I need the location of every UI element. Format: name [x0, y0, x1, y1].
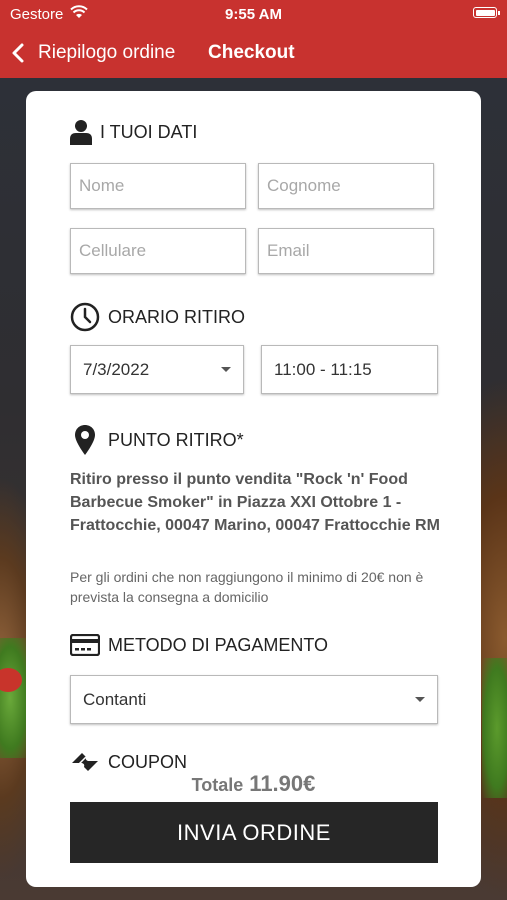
pickup-time-slot[interactable]: 11:00 - 11:15	[261, 345, 438, 394]
last-name-input[interactable]	[259, 164, 433, 208]
first-name-field[interactable]	[70, 163, 246, 209]
clock-icon	[70, 302, 100, 332]
email-input[interactable]	[259, 229, 433, 273]
personal-data-title: I TUOI DATI	[100, 121, 198, 142]
payment-method-header: METODO DI PAGAMENTO	[70, 634, 328, 656]
phone-field[interactable]	[70, 228, 246, 274]
caret-down-icon	[415, 696, 425, 702]
email-field[interactable]	[258, 228, 434, 274]
personal-data-header: I TUOI DATI	[70, 119, 197, 145]
navigation-bar: Riepilogo ordine Checkout	[0, 28, 507, 78]
pickup-date-select[interactable]: 7/3/2022	[70, 345, 244, 394]
back-label: Riepilogo ordine	[38, 42, 176, 63]
pickup-time-header: ORARIO RITIRO	[70, 302, 245, 332]
pickup-point-header: PUNTO RITIRO*	[74, 424, 244, 456]
checkout-card: I TUOI DATI ORARIO RITIRO 7/3/2022 11:00…	[26, 91, 481, 887]
page-title: Checkout	[208, 42, 295, 63]
ticket-icon	[72, 753, 98, 771]
total-label: Totale	[191, 775, 244, 795]
credit-card-icon	[70, 634, 100, 656]
payment-method-value: Contanti	[83, 689, 147, 709]
pickup-date-value: 7/3/2022	[83, 359, 150, 379]
caret-down-icon	[221, 366, 231, 372]
last-name-field[interactable]	[258, 163, 434, 209]
chevron-left-icon	[12, 43, 24, 63]
pickup-address: Ritiro presso il punto vendita "Rock 'n'…	[70, 471, 440, 534]
submit-order-button[interactable]: INVIA ORDINE	[70, 802, 438, 863]
phone-input[interactable]	[71, 229, 245, 273]
total-value: 11.90€	[249, 771, 316, 796]
order-total: Totale 11.90€	[26, 771, 481, 797]
status-bar: Gestore 9:55 AM	[0, 0, 507, 28]
pickup-point-title: PUNTO RITIRO*	[108, 429, 244, 450]
coupon-header[interactable]: COUPON	[70, 751, 187, 773]
location-pin-icon	[75, 425, 95, 455]
pickup-time-slot-value: 11:00 - 11:15	[274, 359, 372, 379]
battery-icon	[473, 7, 497, 18]
background-lettuce	[482, 658, 507, 798]
payment-method-select[interactable]: Contanti	[70, 675, 438, 724]
first-name-input[interactable]	[71, 164, 245, 208]
payment-method-title: METODO DI PAGAMENTO	[108, 634, 329, 655]
clock: 9:55 AM	[225, 6, 282, 23]
user-icon	[70, 120, 92, 145]
coupon-title: COUPON	[108, 751, 188, 772]
battery-tip	[498, 11, 500, 15]
back-button[interactable]: Riepilogo ordine	[8, 38, 175, 68]
delivery-minimum-note: Per gli ordini che non raggiungono il mi…	[70, 569, 424, 605]
pickup-time-title: ORARIO RITIRO	[108, 306, 246, 327]
